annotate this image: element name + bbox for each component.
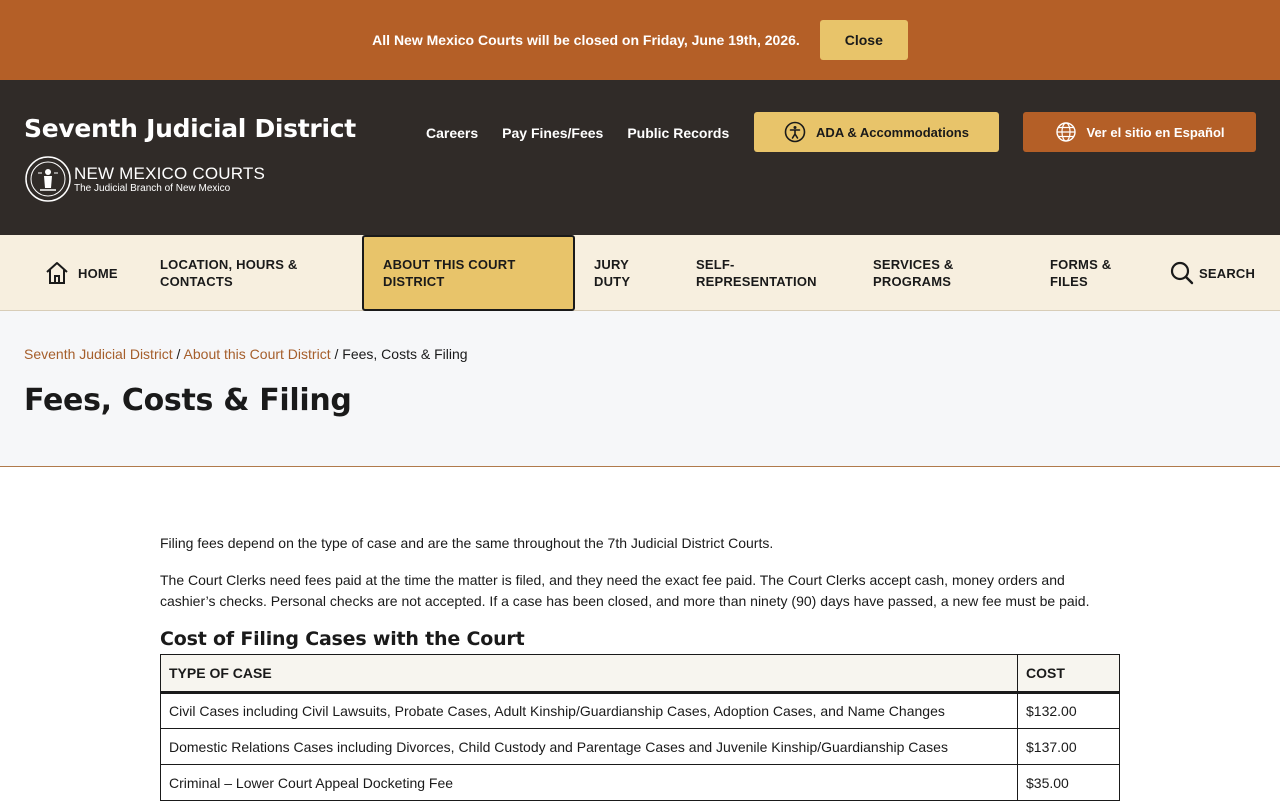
spanish-site-button[interactable]: Ver el sitio en Español bbox=[1023, 112, 1256, 152]
table-row: Domestic Relations Cases including Divor… bbox=[160, 728, 1120, 765]
nav-about-label: ABOUT THIS COURT DISTRICT bbox=[383, 257, 516, 289]
closure-alert-banner: All New Mexico Courts will be closed on … bbox=[0, 0, 1280, 80]
nav-jury-duty[interactable]: JURY DUTY bbox=[594, 235, 654, 311]
table-row: Criminal – Lower Court Appeal Docketing … bbox=[160, 764, 1120, 801]
site-title[interactable]: Seventh Judicial District bbox=[24, 114, 356, 143]
breadcrumb-link-about[interactable]: About this Court District bbox=[184, 346, 331, 362]
alert-message: All New Mexico Courts will be closed on … bbox=[372, 32, 800, 48]
pay-fines-link[interactable]: Pay Fines/Fees bbox=[502, 125, 603, 141]
spanish-label: Ver el sitio en Español bbox=[1086, 124, 1225, 140]
cost-cell: $132.00 bbox=[1017, 692, 1120, 729]
nav-search-label: SEARCH bbox=[1199, 265, 1256, 281]
nav-location-label: LOCATION, HOURS & CONTACTS bbox=[160, 257, 298, 289]
alert-close-button[interactable]: Close bbox=[819, 20, 908, 60]
breadcrumb: Seventh Judicial District / About this C… bbox=[24, 346, 468, 362]
nav-location-hours[interactable]: LOCATION, HOURS & CONTACTS bbox=[160, 235, 330, 311]
utility-links: Careers Pay Fines/Fees Public Records bbox=[426, 125, 729, 141]
intro-paragraph: Filing fees depend on the type of case a… bbox=[160, 535, 774, 551]
accessibility-icon bbox=[784, 121, 806, 143]
nav-self-representation[interactable]: SELF-REPRESENTATION bbox=[696, 235, 836, 311]
ada-label: ADA & Accommodations bbox=[816, 124, 969, 140]
logo-sub-text: The Judicial Branch of New Mexico bbox=[74, 182, 231, 194]
breadcrumb-separator: / bbox=[176, 346, 181, 362]
nav-jury-label: JURY DUTY bbox=[594, 257, 631, 289]
case-type-cell: Criminal – Lower Court Appeal Docketing … bbox=[160, 764, 1018, 801]
careers-link[interactable]: Careers bbox=[426, 125, 478, 141]
home-icon bbox=[44, 260, 70, 286]
court-seal-icon bbox=[25, 156, 71, 202]
main-navigation: HOME LOCATION, HOURS & CONTACTS ABOUT TH… bbox=[0, 235, 1280, 311]
table-header-row: TYPE OF CASE COST bbox=[160, 654, 1120, 694]
main-content: Filing fees depend on the type of case a… bbox=[160, 533, 1120, 801]
breadcrumb-current: Fees, Costs & Filing bbox=[342, 346, 468, 362]
site-header: Seventh Judicial District NEW MEXICO COU… bbox=[0, 80, 1280, 235]
ada-accommodations-button[interactable]: ADA & Accommodations bbox=[754, 112, 999, 152]
nav-services-label: SERVICES & PROGRAMS bbox=[873, 257, 954, 289]
nav-forms-label: FORMS & FILES bbox=[1050, 257, 1112, 289]
search-icon bbox=[1170, 261, 1194, 285]
column-header-cost: COST bbox=[1017, 654, 1120, 694]
nav-search[interactable]: SEARCH bbox=[1170, 235, 1255, 311]
case-type-cell: Domestic Relations Cases including Divor… bbox=[160, 728, 1018, 765]
column-header-type: TYPE OF CASE bbox=[160, 654, 1018, 694]
page-title: Fees, Costs & Filing bbox=[24, 383, 352, 418]
table-row: Civil Cases including Civil Lawsuits, Pr… bbox=[160, 692, 1120, 729]
logo-main-text: NEW MEXICO COURTS bbox=[74, 163, 266, 183]
nav-home-label: HOME bbox=[78, 265, 118, 281]
nav-self-rep-label: SELF-REPRESENTATION bbox=[696, 257, 817, 289]
nav-forms-files[interactable]: FORMS & FILES bbox=[1050, 235, 1130, 311]
filing-cost-table: TYPE OF CASE COST Civil Cases including … bbox=[160, 654, 1120, 801]
page-header: Seventh Judicial District / About this C… bbox=[0, 311, 1280, 467]
breadcrumb-link-home[interactable]: Seventh Judicial District bbox=[24, 346, 173, 362]
nav-about-court[interactable]: ABOUT THIS COURT DISTRICT bbox=[362, 235, 575, 311]
payment-paragraph: The Court Clerks need fees paid at the t… bbox=[160, 572, 1090, 609]
globe-icon bbox=[1055, 122, 1076, 142]
nav-services-programs[interactable]: SERVICES & PROGRAMS bbox=[873, 235, 983, 311]
section-heading: Cost of Filing Cases with the Court bbox=[160, 628, 525, 650]
cost-cell: $35.00 bbox=[1017, 764, 1120, 801]
breadcrumb-separator: / bbox=[334, 346, 339, 362]
cost-cell: $137.00 bbox=[1017, 728, 1120, 765]
public-records-link[interactable]: Public Records bbox=[627, 125, 729, 141]
nav-home[interactable]: HOME bbox=[44, 235, 118, 311]
nm-courts-logo[interactable]: NEW MEXICO COURTS The Judicial Branch of… bbox=[24, 155, 265, 203]
case-type-cell: Civil Cases including Civil Lawsuits, Pr… bbox=[160, 692, 1018, 729]
